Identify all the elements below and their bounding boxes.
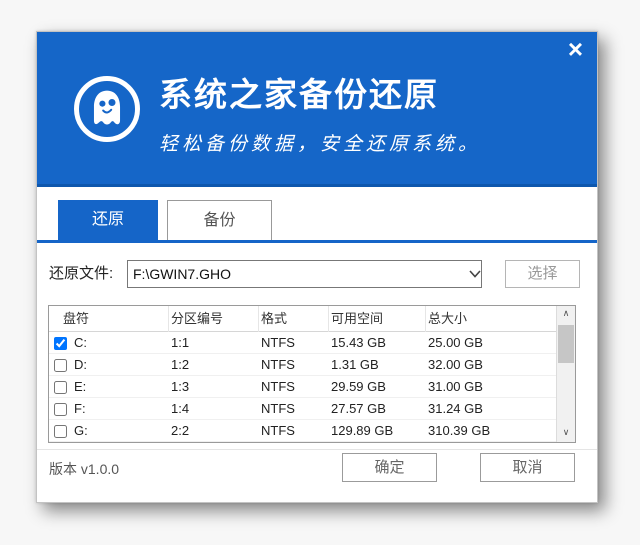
table-body: C: 1:1 NTFS 15.43 GB 25.00 GB D: 1:2 NTF…	[49, 332, 556, 442]
footer-divider	[37, 449, 597, 450]
table-row[interactable]: G: 2:2 NTFS 129.89 GB 310.39 GB	[49, 420, 556, 442]
tab-backup[interactable]: 备份	[167, 200, 272, 240]
partition-table: 盘符 分区编号 格式 可用空间 总大小 C: 1:1 NTFS 15.43 GB…	[48, 305, 576, 443]
scroll-up-icon[interactable]: ∧	[557, 306, 575, 323]
header-titles: 系统之家备份还原 轻松备份数据，安全还原系统。	[159, 68, 481, 156]
column-header-partition: 分区编号	[169, 306, 259, 332]
select-file-button[interactable]: 选择	[505, 260, 580, 288]
table-header-row: 盘符 分区编号 格式 可用空间 总大小	[49, 306, 556, 332]
chevron-down-icon[interactable]	[469, 270, 481, 278]
table-scrollbar[interactable]: ∧ ∨	[556, 306, 575, 442]
column-header-format: 格式	[259, 306, 329, 332]
free-space-cell: 27.57 GB	[329, 398, 426, 420]
column-header-total-size: 总大小	[426, 306, 556, 332]
cancel-button[interactable]: 取消	[480, 453, 575, 482]
total-size-cell: 25.00 GB	[426, 332, 556, 354]
free-space-cell: 129.89 GB	[329, 420, 426, 442]
row-checkbox[interactable]	[54, 359, 67, 372]
restore-file-label: 还原文件:	[49, 260, 113, 288]
total-size-cell: 310.39 GB	[426, 420, 556, 442]
drive-label: G:	[74, 420, 88, 442]
restore-file-combobox[interactable]: F:\GWIN7.GHO	[127, 260, 482, 288]
tab-restore[interactable]: 还原	[58, 200, 158, 240]
app-header: × 系统之家备份还原 轻松备份数据，安全还原系统。	[37, 32, 597, 187]
restore-file-row: 还原文件: F:\GWIN7.GHO 选择	[37, 260, 597, 288]
format-cell: NTFS	[259, 354, 329, 376]
ghost-logo	[74, 76, 140, 142]
app-title: 系统之家备份还原	[159, 68, 481, 116]
scroll-down-icon[interactable]: ∨	[557, 425, 575, 442]
table-row[interactable]: D: 1:2 NTFS 1.31 GB 32.00 GB	[49, 354, 556, 376]
format-cell: NTFS	[259, 420, 329, 442]
table-row[interactable]: E: 1:3 NTFS 29.59 GB 31.00 GB	[49, 376, 556, 398]
format-cell: NTFS	[259, 398, 329, 420]
table-row[interactable]: C: 1:1 NTFS 15.43 GB 25.00 GB	[49, 332, 556, 354]
row-checkbox[interactable]	[54, 381, 67, 394]
drive-label: E:	[74, 376, 86, 398]
total-size-cell: 31.00 GB	[426, 376, 556, 398]
free-space-cell: 15.43 GB	[329, 332, 426, 354]
row-checkbox[interactable]	[54, 403, 67, 416]
total-size-cell: 31.24 GB	[426, 398, 556, 420]
partition-cell: 1:2	[169, 354, 259, 376]
table-row[interactable]: F: 1:4 NTFS 27.57 GB 31.24 GB	[49, 398, 556, 420]
free-space-cell: 29.59 GB	[329, 376, 426, 398]
column-header-free-space: 可用空间	[329, 306, 426, 332]
row-checkbox[interactable]	[54, 425, 67, 438]
ghost-icon	[84, 86, 130, 132]
ok-button[interactable]: 确定	[342, 453, 437, 482]
drive-label: D:	[74, 354, 87, 376]
version-label: 版本 v1.0.0	[49, 459, 119, 479]
partition-cell: 1:3	[169, 376, 259, 398]
total-size-cell: 32.00 GB	[426, 354, 556, 376]
partition-cell: 1:1	[169, 332, 259, 354]
close-icon[interactable]: ×	[568, 36, 583, 62]
free-space-cell: 1.31 GB	[329, 354, 426, 376]
scrollbar-thumb[interactable]	[558, 325, 574, 363]
app-subtitle: 轻松备份数据，安全还原系统。	[159, 129, 481, 156]
app-window: × 系统之家备份还原 轻松备份数据，安全还原系统。 还原 备份 还原文件: F:…	[36, 31, 598, 503]
drive-label: C:	[74, 332, 87, 354]
partition-cell: 2:2	[169, 420, 259, 442]
partition-table-inner: 盘符 分区编号 格式 可用空间 总大小 C: 1:1 NTFS 15.43 GB…	[49, 306, 556, 442]
row-checkbox[interactable]	[54, 337, 67, 350]
partition-cell: 1:4	[169, 398, 259, 420]
format-cell: NTFS	[259, 376, 329, 398]
drive-label: F:	[74, 398, 86, 420]
tab-bar: 还原 备份	[37, 200, 597, 243]
column-header-drive: 盘符	[49, 306, 169, 332]
format-cell: NTFS	[259, 332, 329, 354]
